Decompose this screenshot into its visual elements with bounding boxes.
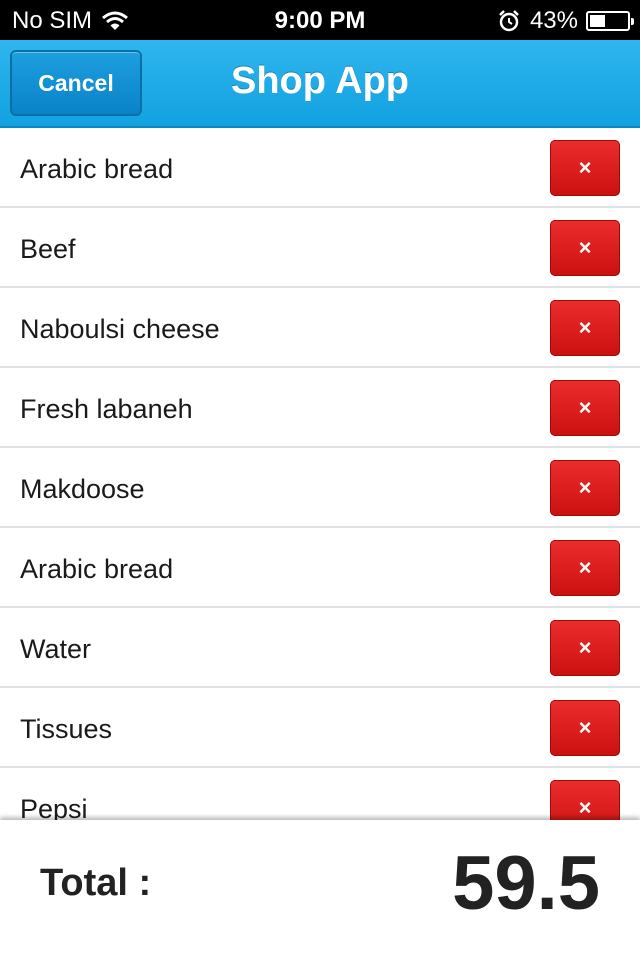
- item-name: Beef: [20, 234, 76, 264]
- status-bar: No SIM 9:00 PM 43%: [0, 0, 640, 40]
- item-name: Pepsi: [20, 794, 88, 820]
- list-item: Beef ×: [0, 208, 640, 288]
- total-value: 59.5: [452, 841, 600, 926]
- list-item: Pepsi ×: [0, 768, 640, 820]
- battery-nub: [631, 18, 634, 25]
- alarm-icon: [499, 10, 519, 32]
- item-name: Makdoose: [20, 474, 145, 504]
- list-item: Fresh labaneh ×: [0, 368, 640, 448]
- total-label: Total :: [40, 862, 152, 904]
- page-title: Shop App: [231, 60, 409, 102]
- delete-button[interactable]: ×: [550, 220, 620, 276]
- nav-header: Cancel Shop App: [0, 40, 640, 128]
- list-item: Arabic bread ×: [0, 128, 640, 208]
- battery-fill: [590, 15, 605, 27]
- item-name: Arabic bread: [20, 154, 174, 184]
- delete-button[interactable]: ×: [550, 380, 620, 436]
- delete-button[interactable]: ×: [550, 700, 620, 756]
- item-name: Water: [20, 634, 92, 664]
- item-name: Arabic bread: [20, 554, 174, 584]
- item-name: Tissues: [20, 714, 113, 744]
- total-footer: Total : 59.5: [0, 820, 640, 960]
- list-item: Arabic bread ×: [0, 528, 640, 608]
- list-item: Tissues ×: [0, 688, 640, 768]
- delete-button[interactable]: ×: [550, 460, 620, 516]
- delete-button[interactable]: ×: [550, 540, 620, 596]
- battery-percent: 43%: [529, 7, 578, 34]
- item-name: Fresh labaneh: [20, 394, 193, 424]
- delete-button[interactable]: ×: [550, 140, 620, 196]
- list-item: Makdoose ×: [0, 448, 640, 528]
- list-item: Naboulsi cheese ×: [0, 288, 640, 368]
- delete-button[interactable]: ×: [550, 300, 620, 356]
- battery-icon: [586, 11, 634, 31]
- status-right: 43%: [498, 7, 634, 35]
- delete-button[interactable]: ×: [550, 780, 620, 820]
- item-name: Naboulsi cheese: [20, 314, 220, 344]
- shop-app-screen: No SIM 9:00 PM 43% Cancel Shop App Arabi…: [0, 0, 640, 960]
- delete-button[interactable]: ×: [550, 620, 620, 676]
- list-item: Water ×: [0, 608, 640, 688]
- shopping-list[interactable]: Arabic bread × Beef × Naboulsi cheese × …: [0, 128, 640, 820]
